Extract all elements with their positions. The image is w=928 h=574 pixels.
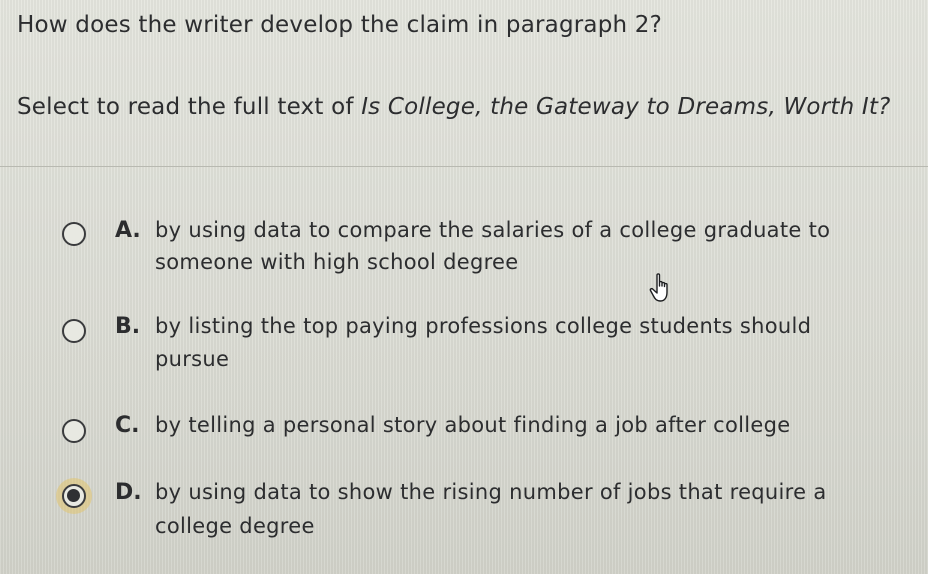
full-text-link[interactable]: Is College, the Gateway to Dreams, Worth…	[361, 94, 890, 120]
choice-letter: B.	[115, 314, 141, 339]
divider	[0, 166, 928, 167]
choice-letter: D.	[115, 480, 142, 505]
radio-dot	[67, 489, 80, 502]
radio-unselected-icon[interactable]	[62, 319, 86, 343]
choice-letter: A.	[115, 218, 141, 243]
prompt-prefix: Select to read the full text of	[17, 94, 362, 120]
choice-text-line-1: by using data to show the rising number …	[155, 480, 827, 504]
choice-text-line-2: someone with high school degree	[155, 250, 519, 274]
choice-letter: C.	[115, 413, 140, 438]
answer-choice-d[interactable]: D. by using data to show the rising numb…	[0, 478, 928, 548]
answer-choice-b[interactable]: B. by listing the top paying professions…	[0, 309, 928, 379]
choice-text-line-1: by using data to compare the salaries of…	[155, 218, 831, 242]
choice-text-line-1: by telling a personal story about findin…	[155, 413, 791, 437]
radio-selected-icon[interactable]	[62, 484, 86, 508]
question-text: How does the writer develop the claim in…	[17, 12, 663, 38]
read-full-text-prompt: Select to read the full text of Is Colle…	[17, 94, 890, 120]
choice-text-line-1: by listing the top paying professions co…	[155, 314, 812, 338]
radio-unselected-icon[interactable]	[62, 222, 86, 246]
answer-choice-a[interactable]: A. by using data to compare the salaries…	[0, 212, 928, 282]
answer-choice-c[interactable]: C. by telling a personal story about fin…	[0, 409, 928, 449]
hand-pointer-icon	[649, 273, 668, 302]
choice-text-line-2: college degree	[155, 514, 315, 538]
choice-text-line-2: pursue	[155, 347, 230, 371]
radio-unselected-icon[interactable]	[62, 419, 86, 443]
